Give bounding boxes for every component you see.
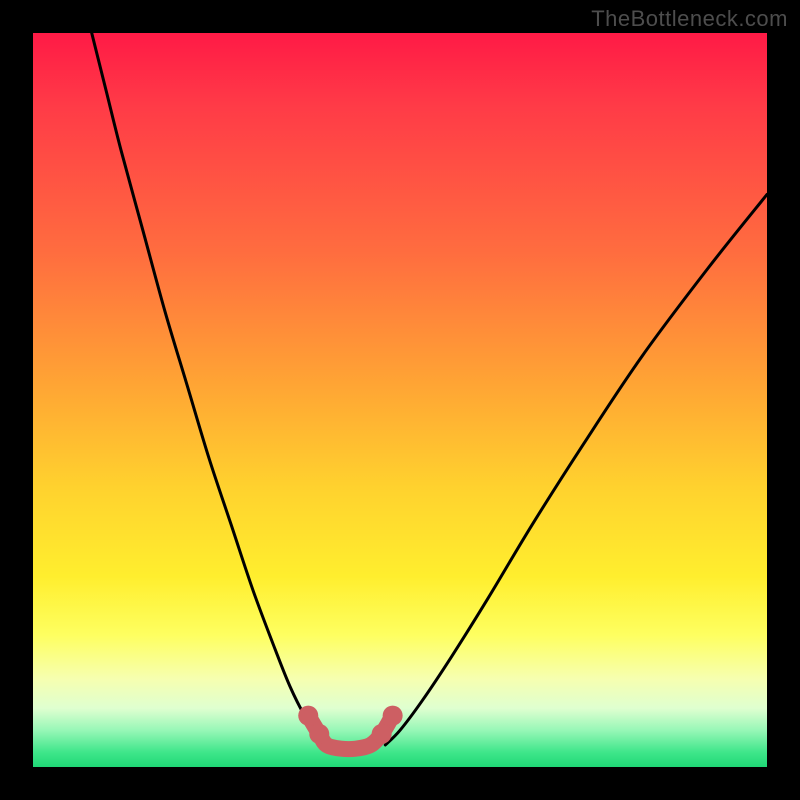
trough-marker-dot (298, 706, 318, 726)
trough-marker-dot (309, 724, 329, 744)
trough-marker-dot (372, 724, 392, 744)
left-curve-path (92, 33, 327, 745)
plot-area (33, 33, 767, 767)
watermark-text: TheBottleneck.com (591, 6, 788, 32)
curve-layer (33, 33, 767, 767)
trough-marker-dot (383, 706, 403, 726)
chart-frame: TheBottleneck.com (0, 0, 800, 800)
right-curve-path (385, 194, 767, 745)
